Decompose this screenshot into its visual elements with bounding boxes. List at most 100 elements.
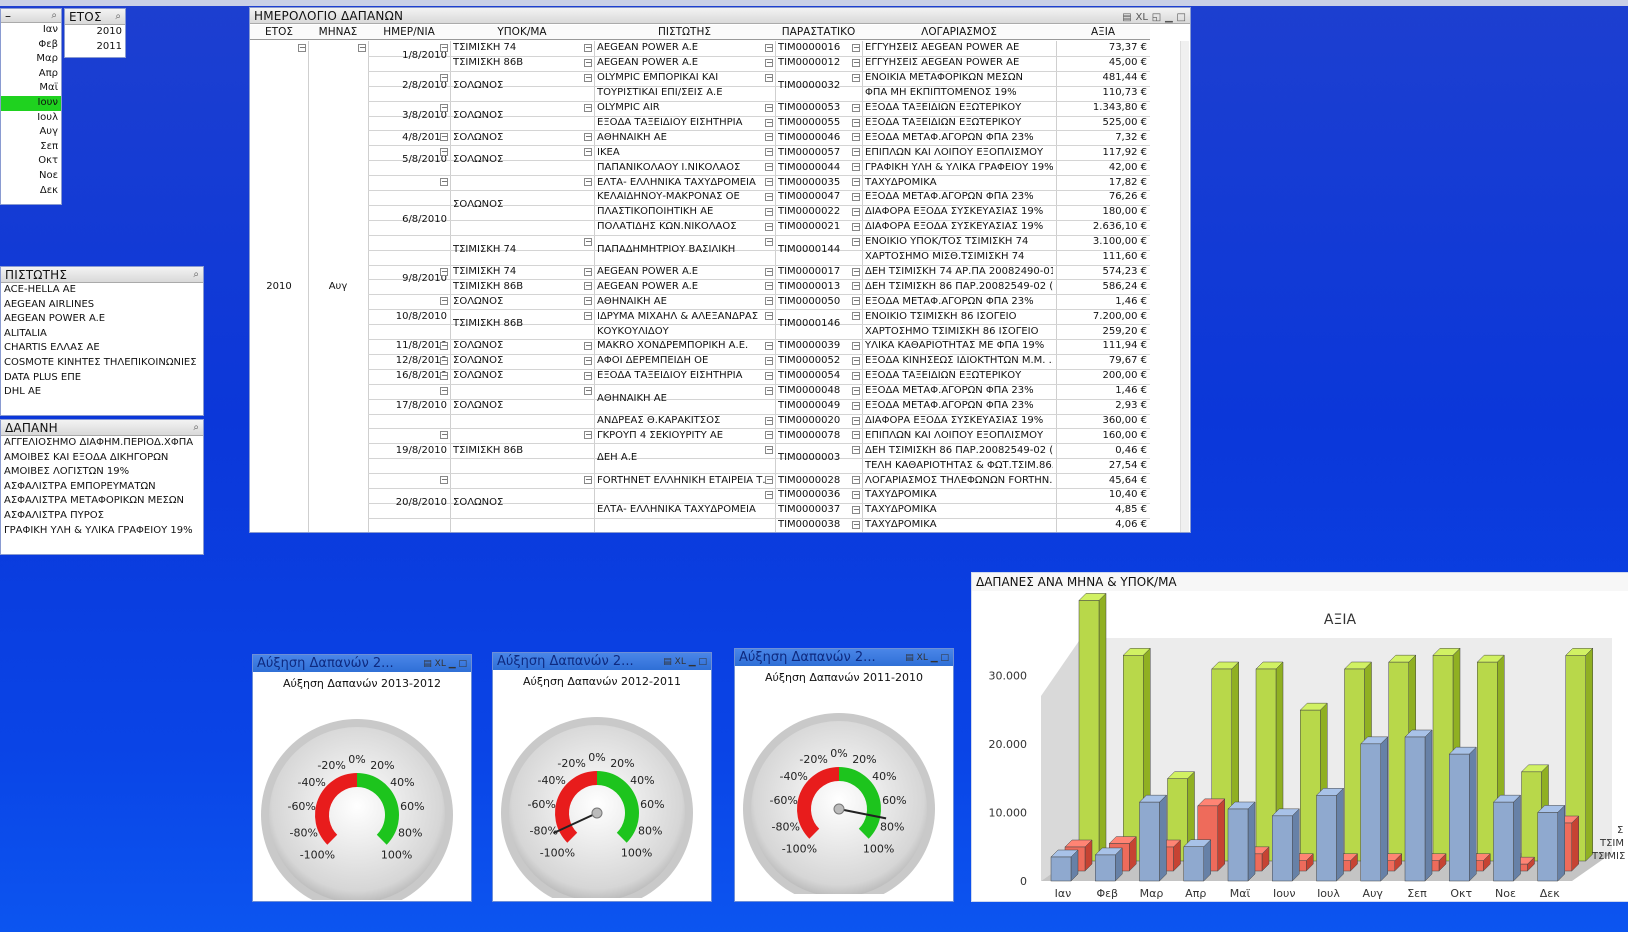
collapse-toggle[interactable]: − [852, 58, 860, 67]
collapse-toggle[interactable]: − [440, 297, 448, 306]
collapse-toggle[interactable]: − [584, 58, 592, 67]
expense-item[interactable]: ΑΜΟΙΒΕΣ ΛΟΓΙΣΤΩΝ 19% [1, 465, 203, 480]
creditor-item[interactable]: DATA PLUS ΕΠΕ [1, 371, 203, 386]
creditor-item[interactable]: AEGEAN AIRLINES [1, 298, 203, 313]
gauge-window-icons[interactable]: ▤ XL ▁ □ [423, 659, 467, 669]
collapse-toggle[interactable]: − [852, 356, 860, 365]
bar-blue-Αυγ[interactable] [1360, 736, 1389, 882]
column-header[interactable]: ΕΤΟΣ [250, 25, 308, 40]
collapse-toggle[interactable]: − [584, 476, 592, 485]
collapse-toggle[interactable]: − [852, 148, 860, 157]
collapse-toggle[interactable]: − [852, 237, 860, 246]
bar-blue-Μαρ[interactable] [1138, 794, 1168, 882]
collapse-toggle[interactable]: − [852, 520, 860, 529]
creditor-item[interactable]: DHL AE [1, 385, 203, 400]
bar-blue-Οκτ[interactable] [1448, 746, 1477, 882]
print-icon[interactable]: ▤ [1122, 12, 1131, 23]
creditor-item[interactable]: COSMOTE ΚΙΝΗΤΕΣ ΤΗΛΕΠΙΚΟΙΝΩΝΙΕΣ [1, 356, 203, 371]
gauge-box[interactable]: Αύξηση Δαπανών 2... ▤ XL ▁ □ Αύξηση Δαπανώ… [734, 648, 954, 905]
expense-item[interactable]: ΑΣΦΑΛΙΣΤΡΑ ΠΥΡΟΣ [1, 509, 203, 524]
month-item[interactable]: Απρ [1, 67, 61, 82]
minimize-icon[interactable]: ▁ [1165, 12, 1173, 23]
collapse-toggle[interactable]: − [765, 342, 773, 350]
search-icon[interactable]: ⌕ [115, 11, 121, 22]
collapse-toggle[interactable]: − [440, 342, 448, 350]
gauge-box[interactable]: Αύξηση Δαπανών 2... ▤ XL ▁ □ Αύξηση Δαπανώ… [252, 654, 472, 911]
column-header[interactable]: ΛΟΓΑΡΙΑΣΜΟΣ [862, 25, 1056, 40]
collapse-toggle[interactable]: − [852, 193, 860, 201]
bar-blue-Φεβ[interactable] [1094, 847, 1123, 882]
expense-item[interactable]: ΑΜΟΙΒΕΣ ΚΑΙ ΕΞΟΔΑ ΔΙΚΗΓΟΡΩΝ [1, 451, 203, 466]
column-header[interactable]: ΑΞΙΑ [1056, 25, 1150, 40]
collapse-toggle[interactable]: − [298, 44, 306, 52]
scrollbar[interactable] [1180, 41, 1189, 532]
collapse-toggle[interactable]: − [584, 312, 592, 321]
collapse-toggle[interactable]: − [852, 44, 860, 52]
month-item[interactable]: Δεκ [1, 184, 61, 199]
collapse-toggle[interactable]: − [852, 222, 860, 231]
collapse-toggle[interactable]: − [584, 282, 592, 291]
month-item[interactable]: Μαρ [1, 52, 61, 67]
year-listbox[interactable]: ΕΤΟΣ ⌕ 2010 2011 [64, 8, 126, 58]
search-icon[interactable]: ⌕ [193, 422, 199, 433]
search-icon[interactable]: ⌕ [193, 269, 199, 280]
collapse-toggle[interactable]: − [765, 193, 773, 201]
collapse-toggle[interactable]: − [765, 267, 773, 276]
collapse-toggle[interactable]: − [584, 73, 592, 82]
collapse-toggle[interactable]: − [765, 237, 773, 246]
collapse-toggle[interactable]: − [584, 178, 592, 187]
collapse-toggle[interactable]: − [765, 178, 773, 187]
collapse-toggle[interactable]: − [765, 222, 773, 231]
collapse-toggle[interactable]: − [584, 44, 592, 52]
month-item[interactable]: Νοε [1, 169, 61, 184]
collapse-toggle[interactable]: − [584, 237, 592, 246]
collapse-toggle[interactable]: − [440, 371, 448, 380]
collapse-toggle[interactable]: − [852, 312, 860, 321]
bar-blue-Νοε[interactable] [1492, 794, 1522, 882]
expense-item[interactable]: ΑΣΦΑΛΙΣΤΡΑ ΕΜΠΟΡΕΥΜΑΤΩΝ [1, 480, 203, 495]
collapse-toggle[interactable]: − [852, 297, 860, 306]
bar-blue-Δεκ[interactable] [1537, 804, 1566, 882]
creditor-listbox[interactable]: ΠΙΣΤΩΤΗΣ ⌕ ACE-HELLA AE AEGEAN AIRLINES AEG… [0, 266, 204, 416]
collapse-toggle[interactable]: − [852, 446, 860, 455]
expense-listbox[interactable]: ΔΑΠΑΝΗ ⌕ ΑΓΓΕΛΙΟΣΗΜΟ ΔΙΑΦΗΜ.ΠΕΡΙΟΔ.ΧΦΠΑ ΑΜ… [0, 419, 204, 555]
collapse-toggle[interactable]: − [765, 431, 773, 440]
gauge-window-icons[interactable]: ▤ XL ▁ □ [663, 657, 707, 667]
collapse-toggle[interactable]: − [852, 401, 860, 410]
collapse-toggle[interactable]: − [765, 297, 773, 306]
collapse-toggle[interactable]: − [440, 103, 448, 112]
bar-green-Ιαν[interactable] [1078, 592, 1107, 862]
collapse-toggle[interactable]: − [765, 73, 773, 82]
month-item[interactable]: Ιαν [1, 23, 61, 38]
column-header[interactable]: ΗΜΕΡ/ΝΙΑ [368, 25, 450, 40]
collapse-toggle[interactable]: − [358, 44, 366, 52]
collapse-toggle[interactable]: − [440, 178, 448, 187]
collapse-toggle[interactable]: − [852, 207, 860, 216]
collapse-toggle[interactable]: − [852, 178, 860, 187]
collapse-toggle[interactable]: − [584, 356, 592, 365]
collapse-toggle[interactable]: − [584, 371, 592, 380]
expense-item[interactable]: ΓΡΑΦΙΚΗ ΥΛΗ & ΥΛΙΚΑ ΓΡΑΦΕΙΟΥ 19% [1, 524, 203, 539]
search-icon[interactable]: ⌕ [51, 10, 57, 21]
collapse-toggle[interactable]: − [584, 297, 592, 306]
collapse-toggle[interactable]: − [584, 386, 592, 395]
collapse-toggle[interactable]: − [584, 133, 592, 142]
collapse-toggle[interactable]: − [852, 118, 860, 127]
gauge-window-icons[interactable]: ▤ XL ▁ □ [905, 653, 949, 663]
month-item[interactable]: Φεβ [1, 38, 61, 53]
collapse-toggle[interactable]: − [440, 73, 448, 82]
expense-item[interactable]: ΑΓΓΕΛΙΟΣΗΜΟ ΔΙΑΦΗΜ.ΠΕΡΙΟΔ.ΧΦΠΑ [1, 436, 203, 451]
collapse-toggle[interactable]: − [852, 505, 860, 514]
bar-blue-Ιαν[interactable] [1050, 849, 1079, 882]
collapse-toggle[interactable]: − [765, 476, 773, 485]
collapse-toggle[interactable]: − [852, 431, 860, 440]
collapse-toggle[interactable]: − [852, 267, 860, 276]
expenses-chart-box[interactable]: ΔΑΠΑΝΕΣ ΑΝΑ ΜΗΝΑ & ΥΠΟΚ/ΜΑ ΑΞΙΑ 0 10.000 20… [971, 572, 1628, 914]
collapse-toggle[interactable]: − [852, 386, 860, 395]
maximize-icon[interactable]: □ [1177, 12, 1186, 23]
collapse-toggle[interactable]: − [765, 416, 773, 425]
collapse-toggle[interactable]: − [440, 431, 448, 440]
collapse-toggle[interactable]: − [584, 103, 592, 112]
collapse-toggle[interactable]: − [440, 386, 448, 395]
collapse-toggle[interactable]: − [765, 446, 773, 455]
